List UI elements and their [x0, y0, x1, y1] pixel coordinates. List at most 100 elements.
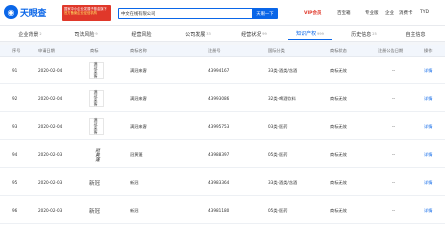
row-apply-date: 2020-02-03	[38, 152, 63, 157]
tab-label: 司法风险	[74, 31, 95, 38]
detail-link[interactable]: 详情	[424, 113, 432, 140]
site-logo[interactable]: ◉ 天眼查	[4, 5, 46, 19]
card-link[interactable]: 消费卡	[399, 10, 413, 16]
tab-count: 999	[317, 31, 324, 36]
row-status: 商标无效	[330, 179, 347, 185]
tab-count: 9	[95, 32, 98, 36]
table-row: 95 2020-02-03 新冠 新冠 43983364 33类-酒类/含酒 商…	[0, 169, 445, 196]
promo-line-2: 官方备案企业征信机构	[64, 10, 97, 15]
table-row: 92 2020-02-04 满冠来客 满冠来客 43993086 32类-啤酒饮…	[0, 85, 445, 112]
tab-operation-status[interactable]: 经营状况 99	[232, 28, 276, 40]
tab-label: 知识产权	[296, 31, 317, 37]
detail-link[interactable]: 详情	[424, 57, 432, 84]
col-category: 国际分类	[268, 48, 285, 53]
search-input-value: 中文在线有限公司	[121, 11, 156, 17]
tab-label: 历史信息	[351, 31, 372, 38]
trademark-image[interactable]: 冠黄蓬	[89, 141, 104, 168]
tab-history[interactable]: 历史信息 25	[342, 28, 386, 40]
table-header: 序号 申请日期 商标 商标名称 注册号 国际分类 商标状态 注册公告日期 操作	[0, 45, 445, 57]
trademark-image-text: 满冠来客	[94, 90, 99, 107]
row-status: 商标无效	[330, 207, 347, 213]
row-index: 93	[12, 124, 18, 129]
detail-link[interactable]: 详情	[424, 197, 432, 224]
col-mark: 商标	[90, 48, 99, 53]
trademark-image[interactable]: 新冠	[87, 169, 102, 196]
row-announce-date: --	[392, 180, 396, 185]
promo-banner[interactable]: 国家中小企业发展子基金旗下 官方备案企业征信机构	[62, 5, 111, 21]
row-announce-date: --	[392, 208, 396, 213]
tab-self-info[interactable]: 自主信息	[394, 28, 438, 40]
row-reg-no: 43993086	[208, 96, 230, 101]
tab-label: 自主信息	[405, 31, 426, 38]
toolbox-link[interactable]: 百宝箱	[337, 10, 351, 16]
row-announce-date: --	[392, 152, 396, 157]
trademark-image[interactable]: 满冠来客	[89, 113, 104, 140]
row-announce-date: --	[392, 124, 396, 129]
row-index: 94	[12, 152, 18, 157]
tab-operation-risk[interactable]: 经营风险	[120, 28, 164, 40]
col-action: 操作	[424, 48, 433, 53]
tab-legal-risk[interactable]: 司法风险 9	[64, 28, 108, 40]
row-apply-date: 2020-02-04	[38, 96, 63, 101]
tab-label: 经营风险	[131, 31, 152, 38]
row-category: 33类-酒类/含酒	[268, 179, 298, 185]
row-reg-no: 43983364	[208, 180, 230, 185]
row-mark-name: 冠黄蓬	[130, 151, 143, 157]
row-category: 32类-啤酒饮料	[268, 95, 296, 101]
trademark-table: 序号 申请日期 商标 商标名称 注册号 国际分类 商标状态 注册公告日期 操作 …	[0, 45, 445, 240]
trademark-image-text: 新冠	[88, 180, 100, 187]
col-reg-no: 注册号	[208, 48, 221, 53]
row-announce-date: --	[392, 96, 396, 101]
row-mark-name: 满冠来客	[130, 95, 147, 101]
trademark-image[interactable]: 满冠来客	[89, 85, 104, 112]
row-reg-no: 43994167	[208, 68, 230, 73]
tab-count: 25	[372, 32, 377, 36]
row-category: 03类-医药	[268, 123, 288, 129]
trademark-image-text: 冠黄蓬	[94, 147, 100, 162]
enterprise-link[interactable]: 企业	[385, 10, 394, 16]
row-apply-date: 2020-02-04	[38, 124, 63, 129]
row-announce-date: --	[392, 68, 396, 73]
row-mark-name: 新冠	[130, 179, 139, 185]
row-index: 95	[12, 180, 18, 185]
row-status: 商标无效	[330, 151, 347, 157]
vip-link[interactable]: VIP会员	[304, 10, 321, 16]
top-header: ◉ 天眼查 国家中小企业发展子基金旗下 官方备案企业征信机构 中文在线有限公司 …	[0, 0, 445, 26]
detail-link[interactable]: 详情	[424, 85, 432, 112]
detail-link[interactable]: 详情	[424, 169, 432, 196]
tab-intellectual-property[interactable]: 知识产权 999	[288, 28, 332, 40]
tab-count: 33	[206, 32, 211, 36]
pro-link[interactable]: 专业版	[365, 10, 379, 16]
tab-label: 经营状况	[241, 31, 262, 38]
col-status: 商标状态	[330, 48, 347, 53]
col-index: 序号	[12, 48, 21, 53]
row-mark-name: 满冠来客	[130, 123, 147, 129]
search-button[interactable]: 天眼一下	[252, 8, 278, 19]
table-row: 93 2020-02-04 满冠来客 满冠来客 43995753 03类-医药 …	[0, 113, 445, 140]
logo-eye-icon: ◉	[4, 5, 18, 19]
detail-link[interactable]: 详情	[424, 141, 432, 168]
table-row: 94 2020-02-03 冠黄蓬 冠黄蓬 43988397 05类-医药 商标…	[0, 141, 445, 168]
tab-label: 公司发展	[185, 31, 206, 38]
row-reg-no: 43981180	[208, 208, 230, 213]
trademark-image[interactable]: 满冠来客	[89, 57, 104, 84]
tab-company-development[interactable]: 公司发展 33	[176, 28, 220, 40]
tab-company-background[interactable]: 企业背景 2	[8, 28, 52, 40]
trademark-image[interactable]: 新冠	[87, 197, 102, 224]
col-mark-name: 商标名称	[130, 48, 147, 53]
trademark-image-text: 新冠	[88, 208, 100, 215]
row-category: 33类-酒类/含酒	[268, 67, 298, 73]
col-apply-date: 申请日期	[38, 48, 55, 53]
search-input[interactable]: 中文在线有限公司	[118, 8, 256, 19]
row-index: 96	[12, 208, 18, 213]
row-status: 商标无效	[330, 95, 347, 101]
user-menu[interactable]: TYD	[420, 10, 429, 15]
row-mark-name: 满冠来客	[130, 67, 147, 73]
row-status: 商标无效	[330, 67, 347, 73]
tab-label: 企业背景	[18, 31, 39, 38]
row-apply-date: 2020-02-04	[38, 68, 63, 73]
row-index: 92	[12, 96, 18, 101]
section-tabs: 企业背景 2 司法风险 9 经营风险 公司发展 33 经营状况 99 知识产权 999 历…	[0, 26, 445, 42]
table-row: 91 2020-02-04 满冠来客 满冠来客 43994167 33类-酒类/…	[0, 57, 445, 84]
row-index: 91	[12, 68, 18, 73]
